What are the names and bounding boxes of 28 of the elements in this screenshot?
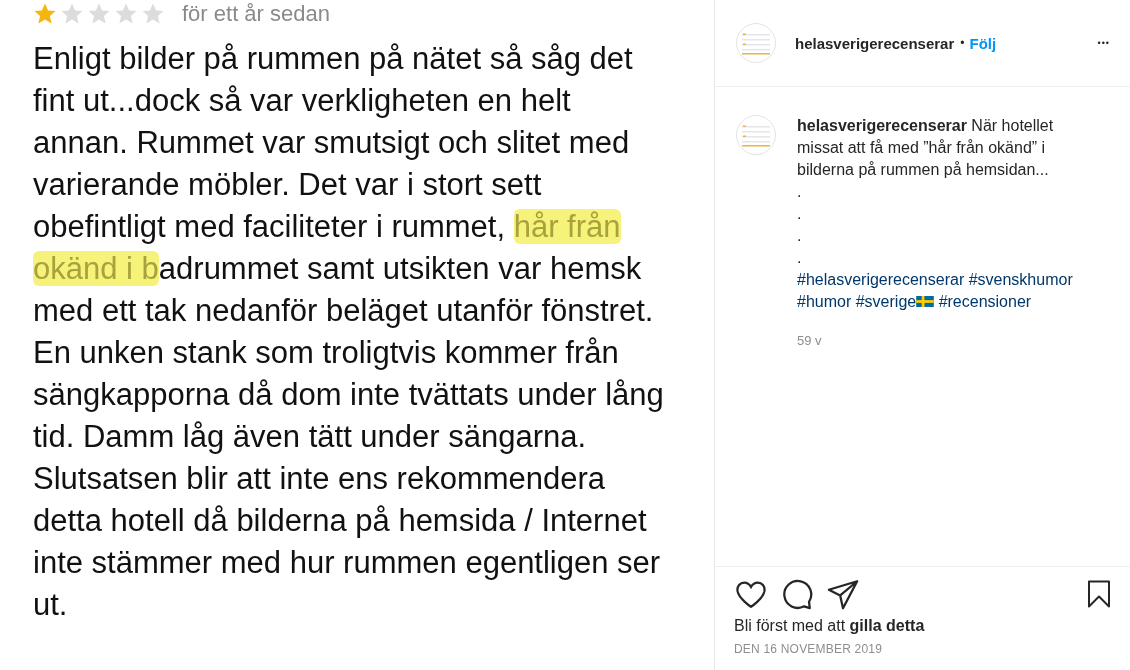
hashtag-link[interactable]: #sverige bbox=[855, 293, 935, 310]
comment-icon[interactable] bbox=[780, 577, 814, 611]
hashtag-link[interactable]: #helasverigerecenserar bbox=[797, 271, 965, 288]
flag-icon bbox=[916, 296, 935, 307]
review-time: för ett år sedan bbox=[182, 1, 330, 27]
caption-dot: . bbox=[797, 182, 803, 202]
star-icon bbox=[60, 2, 84, 26]
post-age: 59 v bbox=[797, 332, 823, 350]
hashtag-link[interactable]: #recensioner bbox=[938, 293, 1032, 310]
star-icon bbox=[141, 2, 165, 26]
caption-dot: . bbox=[797, 248, 803, 268]
caption-dot: . bbox=[797, 204, 803, 224]
separator-dot: • bbox=[960, 36, 965, 50]
review-text: Enligt bilder på rummen på nätet så såg det fint ut...dock så var verkligheten en helt annan. Rummet var smutsigt och slitet med varierande möbler. Det var i stort sett obefintligt med faciliteter i rummet, hår från okänd i badrummet samt utsikten var hemsk med ett tak nedanför beläget utanför fönstret. En unken stank som troligtvis kommer från sängkapporna då dom inte tvättats under lång tid. Damm låg även tätt under sängarna. Slutsatsen blir att inte ens rekommendera detta hotell då bilderna på hemsida / Internet inte stämmer med hur rummen egentligen ser ut. bbox=[33, 40, 665, 624]
send-icon[interactable] bbox=[826, 577, 860, 611]
likes-text: Bli först med att gilla detta bbox=[734, 617, 926, 635]
username-link[interactable]: helasverigerecenserar bbox=[795, 34, 955, 52]
post-date: DEN 16 NOVEMBER 2019 bbox=[734, 642, 883, 656]
hashtag-link[interactable]: #humor bbox=[797, 293, 852, 310]
username-link[interactable]: helasverigerecenserar bbox=[797, 117, 967, 134]
star-icon bbox=[114, 2, 138, 26]
star-icon bbox=[87, 2, 111, 26]
like-link[interactable]: gilla detta bbox=[849, 617, 925, 634]
more-options-button[interactable]: ••• bbox=[1097, 38, 1110, 48]
caption-text: helasverigerecenserar När hotellet missat att få med ”hår från okänd” i bilderna på rummen på hemsidan... bbox=[797, 116, 1055, 180]
caption-dot: . bbox=[797, 226, 803, 246]
hashtag-link[interactable]: #svenskhumor bbox=[968, 271, 1073, 288]
star-icon bbox=[33, 2, 57, 26]
